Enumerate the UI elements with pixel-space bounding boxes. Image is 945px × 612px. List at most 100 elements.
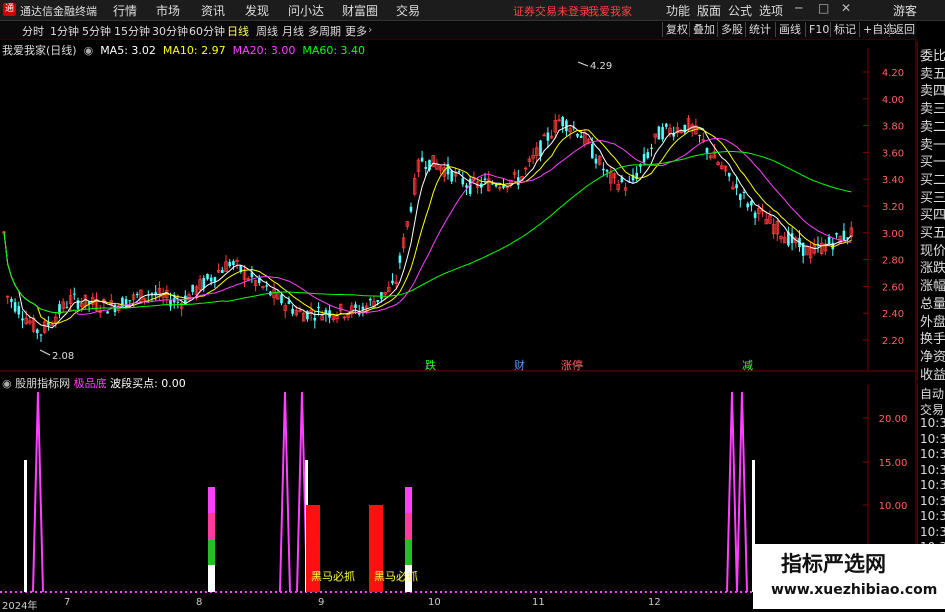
trade-panel-item: 10:3 — [920, 478, 945, 492]
event-marker: 财 — [514, 358, 525, 372]
candle-body — [705, 148, 709, 153]
stack-pink — [208, 513, 215, 539]
candle-body — [742, 191, 746, 193]
event-marker: 涨停 — [561, 358, 583, 372]
low-label: 2.08 — [52, 351, 74, 362]
ma10-line — [3, 128, 852, 324]
candle-body — [172, 298, 176, 303]
signal-label: 黑马必抓 — [311, 569, 355, 583]
side-panel-item: 买二 — [920, 172, 945, 188]
trade-panel-item: 自动 — [920, 387, 945, 401]
candle-body — [561, 116, 564, 127]
trade-panel-item: 10:3 — [920, 493, 945, 508]
candle-body — [169, 300, 172, 307]
price-tick-label: 2.40 — [882, 309, 904, 320]
event-marker: 跌 — [425, 358, 436, 372]
candle-body — [517, 177, 520, 186]
ind-tick-label: 15.00 — [879, 458, 908, 469]
candle-body — [106, 311, 109, 314]
candle-body — [391, 280, 394, 284]
stock-title: 我爱我家(日线) — [2, 44, 77, 57]
candle-body — [642, 153, 646, 163]
candle-body — [280, 294, 283, 304]
candle-body — [539, 140, 542, 157]
ma10-label: MA10: 2.97 — [162, 44, 226, 57]
ma5-label: MA5: 3.02 — [100, 44, 156, 57]
trade-panel-item: 10:3 — [920, 524, 945, 539]
ma20-label: MA20: 3.00 — [232, 44, 296, 57]
side-panel-item: 买一 — [920, 155, 945, 171]
stack-pink — [405, 513, 412, 539]
candle-body — [17, 306, 21, 315]
candle-body — [128, 300, 132, 302]
candle-body — [380, 292, 383, 299]
candle-body — [457, 171, 461, 173]
candle-body — [650, 147, 653, 149]
candle-body — [398, 255, 402, 263]
watermark-title: 指标严选网 — [781, 552, 886, 576]
price-tick-label: 2.60 — [882, 282, 904, 293]
kline-chart[interactable]: 4.20 4.00 3.80 3.60 3.40 3.20 3.00 2.80 2.60 2.40… — [0, 0, 945, 609]
side-panel-item: 净资 — [920, 349, 945, 365]
candle-body — [576, 133, 579, 137]
candle-body — [191, 284, 194, 293]
date-label: 10 — [428, 597, 441, 608]
high-label: 4.29 — [590, 61, 612, 72]
candle-body — [750, 201, 753, 206]
stack-magenta — [208, 487, 215, 513]
candle-body — [420, 157, 424, 162]
side-panel-item: 涨跌 — [920, 261, 945, 277]
event-marker: 减 — [742, 359, 753, 372]
candle-body — [228, 261, 231, 267]
side-panel-item: 涨幅 — [920, 279, 945, 295]
price-tick-label: 2.80 — [882, 256, 904, 267]
candle-body — [461, 178, 465, 185]
stack-white — [208, 565, 215, 592]
candle-body — [727, 172, 731, 177]
date-label: 8 — [196, 597, 203, 608]
watermark: 指标严选网 www.xuezhibiao.com — [753, 544, 945, 609]
price-tick-label: 3.60 — [882, 148, 904, 159]
side-panel-item: 总量 — [920, 296, 945, 312]
price-tick-label: 3.00 — [882, 229, 904, 240]
candle-body — [39, 334, 43, 336]
date-label: 12 — [648, 597, 661, 608]
trade-panel-item: 10:3 — [920, 462, 945, 477]
candle-body — [661, 127, 664, 140]
settings-circle-icon[interactable]: ◉ — [80, 44, 97, 57]
quote-side-panel: 委比 卖五 卖四 卖三 卖二 卖一 买一 买二 买三 买四 买五 现价 涨跌 涨幅 总量 外盘 换手 净资 收益 — [917, 41, 945, 383]
candle-body — [605, 169, 609, 172]
side-panel-item: 现价 — [920, 243, 945, 259]
date-label: 2024年 — [2, 601, 38, 612]
signal-label: 黑马必抓 — [374, 569, 418, 583]
indicator-name[interactable]: 股朋指标网 — [15, 377, 70, 390]
candle-body — [135, 293, 139, 296]
ma60-label: MA60: 3.40 — [302, 44, 366, 57]
side-panel-item: 换手 — [920, 332, 945, 348]
date-label: 11 — [532, 597, 545, 608]
trade-panel-item: 交易 — [920, 402, 945, 417]
indicator-bottom-label: 极品底 — [73, 377, 107, 390]
ma20-line — [3, 138, 852, 315]
indicator-settings-icon[interactable]: ◉ — [2, 377, 12, 390]
side-panel-item: 委比 — [920, 49, 945, 64]
signal-spike — [32, 391, 44, 593]
candle-body — [646, 152, 650, 159]
candle-body — [202, 278, 206, 289]
candle-body — [842, 230, 846, 240]
side-panel-item: 收益 — [920, 367, 945, 383]
candle-body — [361, 306, 365, 310]
candle-body — [698, 135, 701, 137]
price-tick-label: 4.20 — [882, 68, 904, 79]
indicator-legend: ◉ 股朋指标网 极品底 波段买点: 0.00 — [2, 375, 186, 391]
date-label: 9 — [318, 597, 325, 608]
side-panel-item: 卖四 — [920, 84, 945, 100]
signal-spike — [279, 391, 291, 593]
candle-body — [369, 298, 372, 301]
candle-body — [494, 184, 498, 187]
candle-body — [450, 170, 453, 182]
stack-magenta — [405, 487, 412, 513]
trade-panel-item: 10:3 — [920, 509, 945, 523]
candle-body — [739, 194, 742, 200]
price-tick-label: 2.20 — [882, 336, 904, 347]
